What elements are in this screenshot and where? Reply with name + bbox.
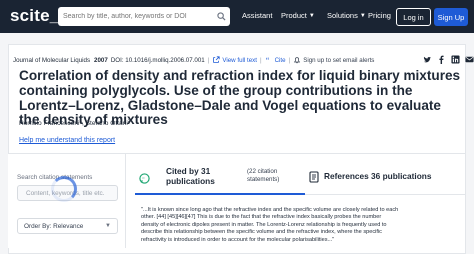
- article-meta: Journal of Molecular Liquids 2007 DOI: 1…: [13, 56, 374, 64]
- view-full-text-link[interactable]: View full text: [222, 57, 257, 64]
- email-alert-link[interactable]: Sign up to set email alerts: [303, 57, 374, 64]
- references-label: References 36 publications: [324, 171, 432, 181]
- signup-button[interactable]: Sign Up: [434, 8, 468, 26]
- author-name[interactable]: Romolo Francesconi: [19, 120, 79, 127]
- publication-year: 2007: [94, 56, 108, 64]
- chevron-down-icon: ▼: [105, 223, 111, 229]
- snippet-line: describe this relationship between the s…: [141, 229, 382, 236]
- references-icon: [309, 170, 320, 188]
- loading-spinner-icon: [51, 176, 77, 202]
- cited-by-count: Cited by 31 publications: [166, 166, 215, 186]
- snippet-line: other. [44] [45][46][47] This is due to …: [141, 214, 382, 221]
- svg-text:“: “: [142, 176, 145, 183]
- snippet-line: density of electronic dipoles present in…: [141, 221, 387, 228]
- nav-pricing[interactable]: Pricing: [368, 11, 391, 20]
- login-button[interactable]: Log in: [396, 8, 431, 26]
- separator: |: [288, 56, 291, 64]
- scite-logo[interactable]: scite_: [10, 6, 59, 26]
- search-icon: [216, 12, 226, 21]
- nav-assistant[interactable]: Assistant: [242, 11, 272, 20]
- svg-text:“: “: [265, 56, 269, 64]
- cite-link[interactable]: Cite: [275, 57, 286, 64]
- chevron-down-icon: ▼: [308, 12, 315, 19]
- separator: |: [207, 56, 210, 64]
- top-nav: scite_ Assistant Product▼ Solutions▼ Pri…: [0, 0, 474, 33]
- help-understand-link[interactable]: Help me understand this report: [19, 137, 115, 144]
- email-icon[interactable]: [465, 55, 474, 64]
- chevron-down-icon: ▼: [359, 12, 366, 19]
- sort-dropdown-value: Order By: Relevance: [24, 222, 84, 230]
- doi[interactable]: DOI: 10.1016/j.molliq.2006.07.001: [111, 57, 205, 64]
- share-links: [423, 55, 474, 64]
- external-link-icon: [213, 56, 220, 63]
- author-affiliation: 2: [127, 118, 131, 123]
- snippet-line: refractivity is introduced in order to a…: [141, 236, 335, 243]
- nav-pricing-label: Pricing: [368, 11, 391, 20]
- nav-solutions-label: Solutions: [327, 11, 358, 20]
- snippet-line: "...It is known since long ago that the …: [141, 207, 399, 213]
- separator: |: [259, 56, 262, 64]
- journal-name[interactable]: Journal of Molecular Liquids: [13, 57, 90, 64]
- search-button[interactable]: [212, 7, 230, 26]
- nav-solutions[interactable]: Solutions ▼: [327, 11, 366, 20]
- nav-product[interactable]: Product ▼: [281, 11, 315, 20]
- active-tab-indicator: [135, 193, 305, 195]
- nav-assistant-label: Assistant: [242, 11, 273, 20]
- author-name[interactable]: Stefano Ottani: [86, 120, 128, 127]
- search-input[interactable]: [63, 13, 213, 20]
- citation-statements-count: (22 citation statements): [247, 168, 279, 183]
- cited-by-unit: publications: [166, 175, 215, 186]
- statements-line-2: statements): [247, 175, 280, 183]
- citation-bubble-icon: “: [139, 171, 150, 189]
- search-box[interactable]: [58, 7, 230, 26]
- citation-snippet: "...It is known since long ago that the …: [141, 207, 466, 244]
- nav-product-label: Product: [281, 11, 307, 20]
- author-list: Romolo Francesconi1, Stefano Ottani2: [19, 118, 130, 127]
- bell-icon: [294, 57, 301, 64]
- statements-line-1: (22 citation: [247, 168, 278, 175]
- quote-icon: “: [265, 56, 269, 64]
- facebook-icon[interactable]: [437, 55, 446, 64]
- sort-dropdown[interactable]: Order By: Relevance ▼: [17, 218, 118, 234]
- linkedin-icon[interactable]: [451, 55, 460, 64]
- twitter-icon[interactable]: [423, 55, 432, 64]
- tab-divider: [305, 194, 466, 195]
